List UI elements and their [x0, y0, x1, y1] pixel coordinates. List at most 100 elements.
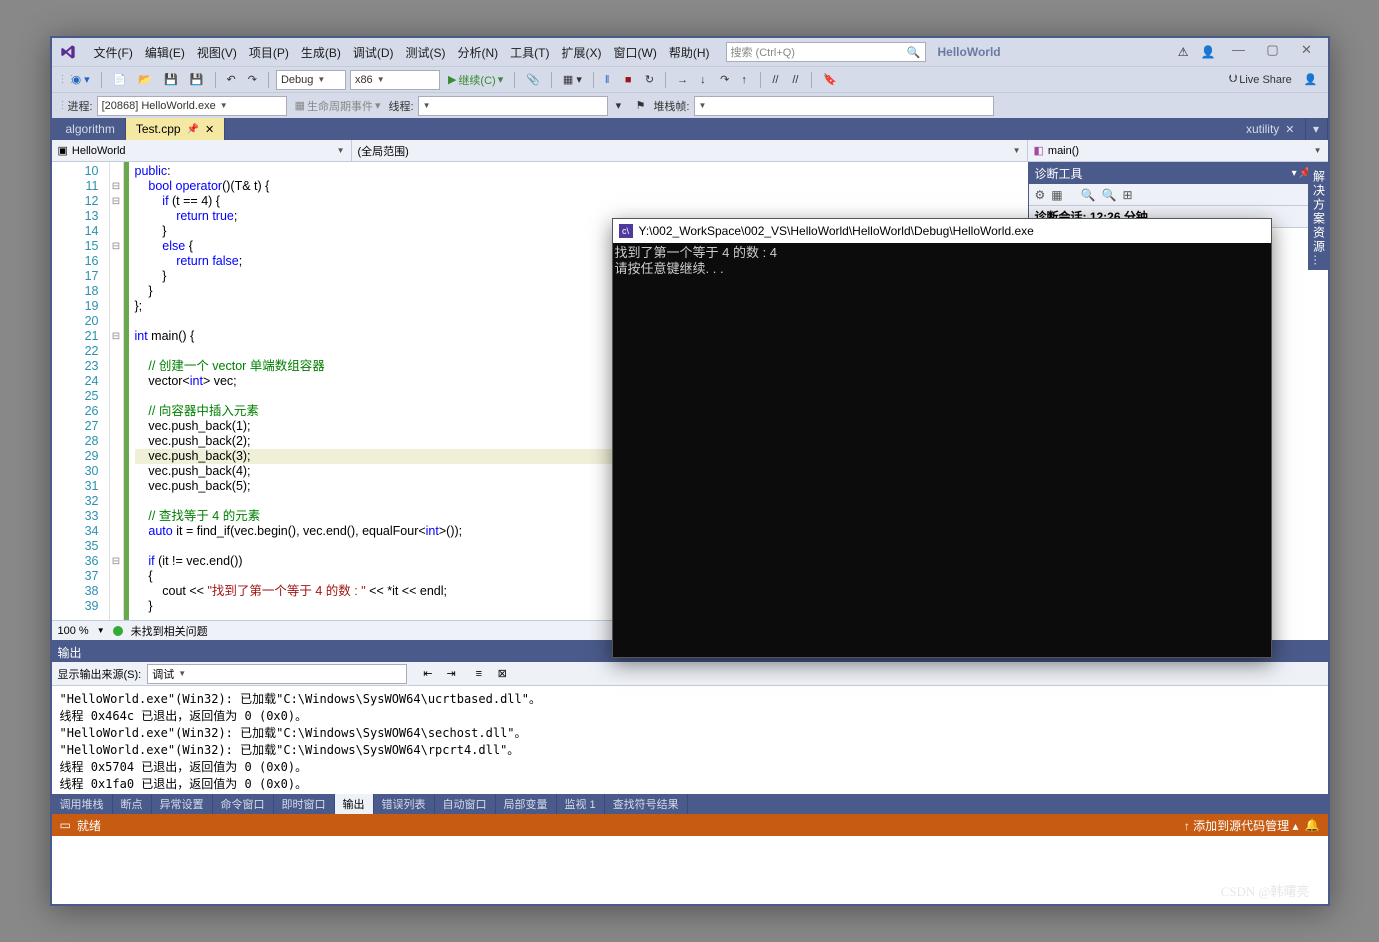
menu-item[interactable]: 帮助(H) [663, 42, 716, 63]
search-icon: 🔍 [907, 46, 921, 59]
menu-item[interactable]: 生成(B) [295, 42, 347, 63]
lifecycle-button[interactable]: ▦ 生命周期事件 ▾ [291, 96, 385, 116]
pin-icon[interactable]: 📌 [187, 124, 199, 135]
output-indent-right-icon[interactable]: ⇥ [442, 664, 459, 684]
app-type-button[interactable]: ▦ ▾ [559, 70, 586, 90]
pause-button[interactable]: ‖ [601, 70, 617, 90]
zoom-out-icon[interactable]: 🔍 [1102, 188, 1117, 202]
platform-combo[interactable]: x86▼ [350, 70, 440, 90]
bottom-tab[interactable]: 即时窗口 [274, 794, 335, 814]
process-combo[interactable]: [20868] HelloWorld.exe▼ [97, 96, 287, 116]
menu-item[interactable]: 调试(D) [347, 42, 400, 63]
output-indent-left-icon[interactable]: ⇤ [419, 664, 436, 684]
status-ready: 就绪 [77, 817, 101, 834]
menu-item[interactable]: 项目(P) [243, 42, 295, 63]
close-icon[interactable]: ✕ [1285, 123, 1294, 136]
output-clear-icon[interactable]: ⊠ [494, 664, 511, 684]
bottom-tab[interactable]: 异常设置 [152, 794, 213, 814]
redo-button[interactable]: ↷ [244, 70, 261, 90]
nav-back-button[interactable]: ◉ ▾ [68, 70, 94, 90]
open-file-button[interactable]: 📂 [134, 70, 156, 90]
bottom-tab[interactable]: 断点 [113, 794, 152, 814]
feedback-icon[interactable]: 👤 [1197, 42, 1220, 62]
add-source-control-button[interactable]: ↑ 添加到源代码管理 ▴ [1184, 817, 1299, 834]
bottom-tab[interactable]: 错误列表 [374, 794, 435, 814]
close-icon[interactable]: ✕ [205, 123, 214, 136]
tab-algorithm[interactable]: algorithm [56, 118, 126, 140]
zoom-in-icon[interactable]: 🔍 [1081, 188, 1096, 202]
nav-scope-combo[interactable]: (全局范围)▼ [352, 140, 1028, 161]
solution-name: HelloWorld [938, 45, 1001, 59]
live-share-button[interactable]: ⮋ Live Share [1225, 70, 1296, 90]
zoom-level[interactable]: 100 % [58, 625, 89, 637]
issues-label: 未找到相关问题 [131, 623, 208, 639]
menu-item[interactable]: 文件(F) [88, 42, 139, 63]
panel-dropdown-icon[interactable]: ▾ [1292, 168, 1297, 179]
fold-margin[interactable]: ⊟⊟⊟⊟⊟ [110, 162, 124, 620]
menu-item[interactable]: 工具(T) [504, 42, 555, 63]
notifications-bell-icon[interactable]: 🔔 [1305, 818, 1320, 832]
close-button[interactable]: ✕ [1292, 42, 1322, 62]
step-out-button[interactable]: ↑ [737, 70, 753, 90]
tab-xutility[interactable]: xutility✕ [1236, 118, 1306, 140]
save-button[interactable]: 💾 [160, 70, 182, 90]
notifications-icon[interactable]: ⚠ [1174, 42, 1193, 62]
menu-item[interactable]: 分析(N) [452, 42, 505, 63]
diag-settings-icon[interactable]: ⚙ [1035, 188, 1046, 202]
restart-button[interactable]: ↻ [641, 70, 658, 90]
console-icon: c\ [619, 224, 633, 238]
minimize-button[interactable]: — [1224, 42, 1254, 62]
thread-filter-button[interactable]: ▾ [612, 96, 628, 116]
nav-member-combo[interactable]: ◧ main()▼ [1028, 140, 1328, 161]
new-file-button[interactable]: 📄 [109, 70, 131, 90]
bottom-tab[interactable]: 局部变量 [496, 794, 557, 814]
comment-button[interactable]: // [768, 70, 784, 90]
output-body[interactable]: "HelloWorld.exe"(Win32): 已加载"C:\Windows\… [52, 686, 1328, 794]
live-share-account-icon[interactable]: 👤 [1300, 70, 1322, 90]
output-source-combo[interactable]: 调试▼ [147, 664, 407, 684]
nav-project-combo[interactable]: ▣ HelloWorld▼ [52, 140, 352, 161]
menu-item[interactable]: 视图(V) [191, 42, 243, 63]
process-label: 进程: [68, 98, 93, 114]
bottom-tab[interactable]: 自动窗口 [435, 794, 496, 814]
menu-item[interactable]: 测试(S) [400, 42, 452, 63]
toolbar-grip-icon[interactable]: ⋮⋮ [58, 100, 64, 111]
continue-button[interactable]: ▶ 继续(C) ▾ [444, 70, 507, 90]
bottom-tab[interactable]: 输出 [335, 794, 374, 814]
step-into-button[interactable]: ↓ [696, 70, 712, 90]
console-titlebar[interactable]: c\ Y:\002_WorkSpace\002_VS\HelloWorld\He… [613, 219, 1271, 243]
tab-overflow-button[interactable]: ▾ [1306, 118, 1328, 140]
menu-item[interactable]: 窗口(W) [608, 42, 663, 63]
flag-threads-icon[interactable]: ⚑ [632, 96, 650, 116]
save-all-button[interactable]: 💾 [186, 70, 208, 90]
bookmark-button[interactable]: 🔖 [819, 70, 841, 90]
stackframe-combo[interactable]: ▼ [694, 96, 994, 116]
search-box[interactable]: 搜索 (Ctrl+Q) 🔍 [726, 42, 926, 62]
thread-combo[interactable]: ▼ [418, 96, 608, 116]
show-next-button[interactable]: → [673, 70, 692, 90]
zoom-caret-icon[interactable]: ▼ [97, 626, 105, 635]
bottom-tab[interactable]: 查找符号结果 [605, 794, 688, 814]
attach-button[interactable]: 📎 [522, 70, 544, 90]
console-window[interactable]: c\ Y:\002_WorkSpace\002_VS\HelloWorld\He… [612, 218, 1272, 658]
uncomment-button[interactable]: // [788, 70, 804, 90]
config-combo[interactable]: Debug▼ [276, 70, 346, 90]
diag-resume-icon[interactable]: ▦ [1051, 188, 1062, 202]
toolbar-grip-icon[interactable]: ⋮⋮ [58, 74, 64, 85]
output-wordwrap-icon[interactable]: ≡ [472, 664, 488, 684]
menu-item[interactable]: 扩展(X) [556, 42, 608, 63]
diagnostic-toolbar: ⚙ ▦ 🔍 🔍 ⊞ [1029, 184, 1328, 206]
bottom-tab[interactable]: 调用堆栈 [52, 794, 113, 814]
step-over-button[interactable]: ↷ [716, 70, 733, 90]
zoom-reset-icon[interactable]: ⊞ [1123, 188, 1133, 202]
tab-test-cpp[interactable]: Test.cpp📌✕ [126, 118, 225, 140]
debug-location-toolbar: ⋮⋮ 进程: [20868] HelloWorld.exe▼ ▦ 生命周期事件 … [52, 92, 1328, 118]
solution-explorer-tab[interactable]: 解决方案资源… [1308, 162, 1328, 270]
bottom-tab[interactable]: 监视 1 [557, 794, 605, 814]
vs-logo-icon [58, 43, 84, 61]
menu-item[interactable]: 编辑(E) [139, 42, 191, 63]
stop-button[interactable]: ■ [621, 70, 637, 90]
undo-button[interactable]: ↶ [223, 70, 240, 90]
maximize-button[interactable]: ▢ [1258, 42, 1288, 62]
bottom-tab[interactable]: 命令窗口 [213, 794, 274, 814]
